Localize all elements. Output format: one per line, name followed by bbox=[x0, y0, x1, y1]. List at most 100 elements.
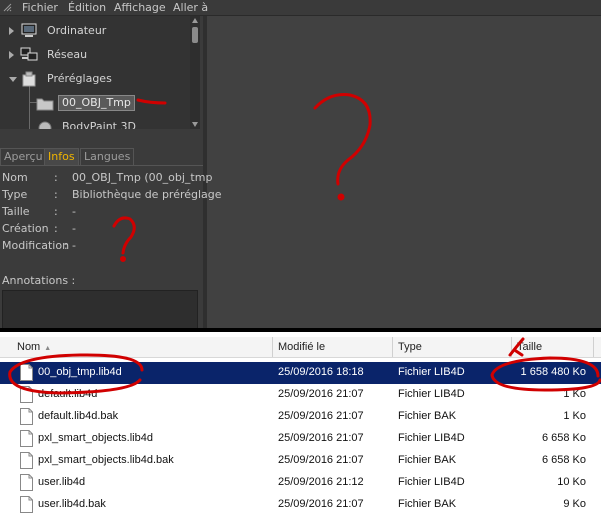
computer-icon bbox=[21, 23, 37, 37]
scroll-up-icon[interactable] bbox=[192, 18, 198, 23]
file-modified: 25/09/2016 21:12 bbox=[278, 476, 364, 488]
file-name: user.lib4d bbox=[38, 476, 86, 488]
file-name: default.lib4d bbox=[38, 388, 98, 400]
annotations-textarea[interactable] bbox=[2, 290, 198, 328]
file-name: default.lib4d.bak bbox=[38, 410, 119, 422]
presets-icon bbox=[22, 71, 36, 87]
file-modified: 25/09/2016 21:07 bbox=[278, 388, 364, 400]
bodypaint-icon bbox=[38, 121, 52, 129]
info-row-type: Type: Bibliothèque de préréglage bbox=[2, 188, 222, 201]
file-name: user.lib4d.bak bbox=[38, 498, 106, 510]
tab-infos[interactable]: Infos bbox=[44, 148, 79, 165]
file-row[interactable]: user.lib4d.bak 25/09/2016 21:07 Fichier BA… bbox=[0, 494, 601, 516]
file-type: Fichier BAK bbox=[398, 454, 457, 466]
info-row-nom: Nom: 00_OBJ_Tmp (00_obj_tmp bbox=[2, 171, 213, 184]
column-modifie[interactable]: Modifié le bbox=[273, 337, 393, 357]
preview-area bbox=[207, 16, 601, 328]
file-row[interactable]: default.lib4d.bak 25/09/2016 21:07 Fichier… bbox=[0, 406, 601, 428]
file-icon bbox=[20, 474, 33, 491]
tree-node-ordinateur[interactable]: Ordinateur bbox=[9, 22, 189, 40]
folder-icon bbox=[36, 98, 54, 111]
info-key: Modification bbox=[2, 239, 70, 252]
info-key: Taille bbox=[2, 205, 30, 218]
file-icon bbox=[20, 430, 33, 447]
info-row-modification: Modification: - bbox=[2, 239, 76, 252]
file-modified: 25/09/2016 21:07 bbox=[278, 498, 364, 510]
tree-scrollbar[interactable] bbox=[190, 16, 200, 129]
file-modified: 25/09/2016 21:07 bbox=[278, 432, 364, 444]
menu-edition[interactable]: Édition bbox=[68, 1, 106, 14]
menu-aller-a[interactable]: Aller à bbox=[173, 1, 208, 14]
file-size: 10 Ko bbox=[557, 476, 586, 488]
file-type: Fichier LIB4D bbox=[398, 432, 465, 444]
file-size: 6 658 Ko bbox=[541, 432, 586, 444]
scroll-thumb[interactable] bbox=[192, 27, 198, 43]
info-value: - bbox=[72, 205, 76, 218]
file-name: 00_obj_tmp.lib4d bbox=[38, 366, 122, 378]
info-value: - bbox=[72, 239, 76, 252]
info-key: Création bbox=[2, 222, 49, 235]
file-row[interactable]: pxl_smart_objects.lib4d.bak 25/09/2016 21… bbox=[0, 450, 601, 472]
file-icon bbox=[20, 452, 33, 469]
file-type: Fichier BAK bbox=[398, 410, 457, 422]
file-size: 1 Ko bbox=[563, 410, 586, 422]
tab-apercu[interactable]: Aperçu bbox=[0, 148, 47, 165]
info-key: Type bbox=[2, 188, 28, 201]
tree-connector bbox=[29, 86, 30, 129]
expand-arrow-icon[interactable] bbox=[9, 51, 14, 59]
panel-grip-icon[interactable] bbox=[3, 3, 12, 12]
info-row-taille: Taille: - bbox=[2, 205, 76, 218]
tree-node-bodypaint[interactable]: BodyPaint 3D bbox=[36, 118, 190, 129]
info-row-creation: Création: - bbox=[2, 222, 76, 235]
browser-tree: Ordinateur Réseau Préréglages 00_OBJ_Tmp… bbox=[0, 16, 190, 129]
tree-node-00-obj-tmp[interactable]: 00_OBJ_Tmp bbox=[36, 94, 190, 112]
menu-bar: Fichier Édition Affichage Aller à bbox=[0, 0, 601, 16]
file-modified: 25/09/2016 21:07 bbox=[278, 454, 364, 466]
file-icon bbox=[20, 408, 33, 425]
column-nom[interactable]: Nom ▲ bbox=[12, 337, 273, 357]
file-icon bbox=[20, 496, 33, 513]
content-browser-panel: Fichier Édition Affichage Aller à Ordina… bbox=[0, 0, 601, 328]
column-type[interactable]: Type bbox=[393, 337, 512, 357]
sort-ascending-icon: ▲ bbox=[44, 345, 52, 352]
tab-langues[interactable]: Langues bbox=[80, 148, 135, 165]
tree-node-label: 00_OBJ_Tmp bbox=[58, 95, 135, 111]
file-name: pxl_smart_objects.lib4d bbox=[38, 432, 153, 444]
info-key: Nom bbox=[2, 171, 28, 184]
column-taille[interactable]: Taille bbox=[512, 337, 594, 357]
info-tabs: Aperçu Infos Langues bbox=[0, 148, 203, 166]
file-explorer: Nom ▲ Modifié le Type Taille 00_obj_tmp.l… bbox=[0, 332, 601, 525]
file-type: Fichier LIB4D bbox=[398, 388, 465, 400]
file-size: 6 658 Ko bbox=[541, 454, 586, 466]
tree-node-reseau[interactable]: Réseau bbox=[9, 46, 189, 64]
info-value: 00_OBJ_Tmp (00_obj_tmp bbox=[72, 171, 213, 184]
expand-arrow-icon[interactable] bbox=[9, 27, 14, 35]
file-modified: 25/09/2016 18:18 bbox=[278, 366, 364, 378]
collapse-arrow-icon[interactable] bbox=[9, 77, 17, 82]
file-row[interactable]: 00_obj_tmp.lib4d 25/09/2016 18:18 Fichier … bbox=[0, 362, 601, 384]
menu-affichage[interactable]: Affichage bbox=[114, 1, 166, 14]
file-modified: 25/09/2016 21:07 bbox=[278, 410, 364, 422]
menu-fichier[interactable]: Fichier bbox=[22, 1, 58, 14]
file-name: pxl_smart_objects.lib4d.bak bbox=[38, 454, 174, 466]
tree-node-label: Préréglages bbox=[47, 72, 112, 85]
file-type: Fichier LIB4D bbox=[398, 476, 465, 488]
annotations-label: Annotations : bbox=[2, 274, 76, 287]
file-type: Fichier BAK bbox=[398, 498, 457, 510]
file-size: 1 Ko bbox=[563, 388, 586, 400]
file-size: 1 658 480 Ko bbox=[520, 366, 586, 378]
file-row[interactable]: pxl_smart_objects.lib4d 25/09/2016 21:07 F… bbox=[0, 428, 601, 450]
column-header: Nom ▲ Modifié le Type Taille bbox=[0, 337, 601, 358]
file-icon bbox=[20, 386, 33, 403]
tree-node-prereglages[interactable]: Préréglages bbox=[9, 70, 189, 88]
file-size: 9 Ko bbox=[563, 498, 586, 510]
file-icon bbox=[20, 364, 33, 381]
file-row[interactable]: user.lib4d 25/09/2016 21:12 Fichier LIB4D 1… bbox=[0, 472, 601, 494]
file-type: Fichier LIB4D bbox=[398, 366, 465, 378]
tree-node-label: Ordinateur bbox=[47, 24, 107, 37]
tree-node-label: Réseau bbox=[47, 48, 88, 61]
scroll-down-icon[interactable] bbox=[192, 122, 198, 127]
network-icon bbox=[20, 47, 38, 61]
file-row[interactable]: default.lib4d 25/09/2016 21:07 Fichier LIB… bbox=[0, 384, 601, 406]
tree-node-label: BodyPaint 3D bbox=[62, 120, 136, 129]
